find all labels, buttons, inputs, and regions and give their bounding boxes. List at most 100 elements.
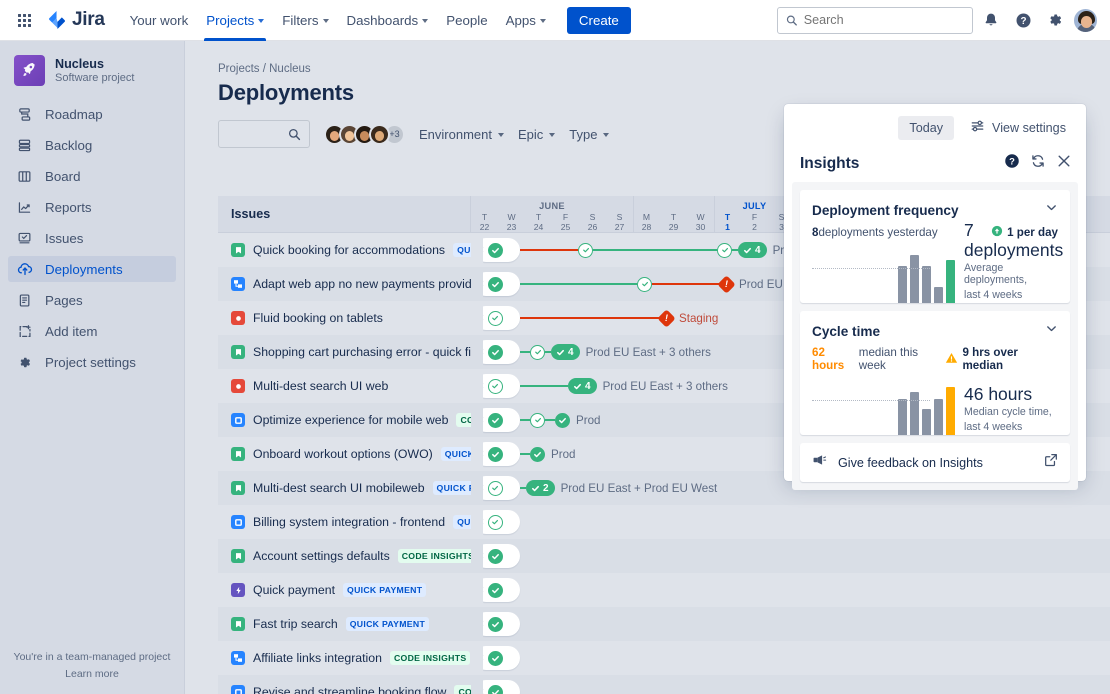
issue-cell[interactable]: Fluid booking on tablets [218,311,471,325]
create-button[interactable]: Create [567,7,631,34]
deployments-icon [16,261,33,278]
help-icon[interactable]: ? [1004,153,1020,174]
table-row[interactable]: Billing system integration - frontendQUI… [218,505,1110,539]
issue-epic-tag[interactable]: QUICK PAYMENT [441,447,471,461]
issue-epic-tag[interactable]: CODE INSIGHTS [454,685,471,694]
filter-epic[interactable]: Epic [518,127,555,142]
view-settings-button[interactable]: View settings [962,114,1074,141]
issue-epic-tag[interactable]: QUICK PAYMENT [433,481,471,495]
deployment-success-icon[interactable] [488,277,503,292]
stat-desc-line2: last 4 weeks [964,421,1052,434]
deployment-count-badge[interactable]: 2 [526,480,555,496]
table-row[interactable]: Quick paymentQUICK PAYMENT‹ [218,573,1110,607]
sidebar-item-project-settings[interactable]: Project settings [8,349,176,375]
nav-apps[interactable]: Apps [497,0,555,41]
profile-avatar[interactable] [1073,8,1098,33]
deployment-pending-icon[interactable] [530,413,545,428]
nav-people[interactable]: People [437,0,496,41]
sidebar-item-roadmap[interactable]: Roadmap [8,101,176,127]
jira-logo[interactable]: Jira [46,9,105,31]
nav-dashboards[interactable]: Dashboards [338,0,438,41]
issue-epic-tag[interactable]: QUICK PAYMENT [343,583,426,597]
issue-epic-tag[interactable]: CODE INSIGHTS [398,549,471,563]
deployment-pending-icon[interactable] [717,243,732,258]
today-button[interactable]: Today [898,116,954,140]
deployment-success-icon[interactable] [488,413,503,428]
issue-cell[interactable]: Multi-dest search UI mobilewebQUICK PAYM… [218,481,471,495]
filter-environment[interactable]: Environment [419,127,504,142]
deployment-success-icon[interactable] [488,243,503,258]
settings-gear-icon[interactable] [1041,6,1069,34]
refresh-icon[interactable] [1030,153,1046,174]
give-feedback-button[interactable]: Give feedback on Insights [800,443,1070,482]
avatar[interactable] [369,124,390,145]
issue-cell[interactable]: Affiliate links integrationCODE INSIGHTS [218,651,471,665]
deployment-success-icon[interactable] [530,447,545,462]
deployment-pending-icon[interactable] [488,379,503,394]
sidebar-item-backlog[interactable]: Backlog [8,132,176,158]
learn-more-link[interactable]: Learn more [0,668,184,680]
deployment-success-icon[interactable] [488,685,503,694]
issue-cell[interactable]: Onboard workout options (OWO)QUICK PAYME… [218,447,471,461]
deployment-success-icon[interactable] [488,617,503,632]
issue-epic-tag[interactable]: QUICK PAYMENT [453,243,471,257]
issue-search-input[interactable] [218,120,310,148]
deployment-failed-icon[interactable]: ! [717,275,735,293]
assignee-avatar-group[interactable]: +3 [324,124,405,145]
chevron-down-icon[interactable] [1045,322,1058,340]
sidebar-item-deployments[interactable]: Deployments [8,256,176,282]
deployment-success-icon[interactable] [488,447,503,462]
chevron-down-icon[interactable] [1045,201,1058,219]
deployment-success-icon[interactable] [488,549,503,564]
deployment-pending-icon[interactable] [488,311,503,326]
table-row[interactable]: Account settings defaultsCODE INSIGHTS‹ [218,539,1110,573]
issue-cell[interactable]: Revise and streamline booking flowCODE I… [218,685,471,694]
help-icon[interactable]: ? [1009,6,1037,34]
issue-cell[interactable]: Multi-dest search UI web [218,379,471,393]
issue-cell[interactable]: Adapt web app no new payments provider [218,277,471,291]
sidebar-item-reports[interactable]: Reports [8,194,176,220]
search-input[interactable] [804,13,964,27]
issue-cell[interactable]: Fast trip searchQUICK PAYMENT [218,617,471,631]
issue-cell[interactable]: Quick paymentQUICK PAYMENT [218,583,471,597]
issue-epic-tag[interactable]: QUICK PAYMENT [453,515,471,529]
deployment-pending-icon[interactable] [530,345,545,360]
deployment-failed-icon[interactable]: ! [657,309,675,327]
deployment-success-icon[interactable] [488,345,503,360]
issue-cell[interactable]: Account settings defaultsCODE INSIGHTS [218,549,471,563]
issue-cell[interactable]: Optimize experience for mobile webCODE I… [218,413,471,427]
table-row[interactable]: Revise and streamline booking flowCODE I… [218,675,1110,694]
deployment-success-icon[interactable] [555,413,570,428]
close-icon[interactable] [1056,153,1072,174]
nav-filters[interactable]: Filters [273,0,337,41]
deployment-pending-icon[interactable] [488,515,503,530]
filter-type[interactable]: Type [569,127,609,142]
issue-epic-tag[interactable]: CODE INSIGHTS [390,651,470,665]
deployment-success-icon[interactable] [488,651,503,666]
deployment-pending-icon[interactable] [637,277,652,292]
deployment-count-badge[interactable]: 4 [568,378,597,394]
deployment-pending-icon[interactable] [578,243,593,258]
sidebar-item-add-item[interactable]: Add item [8,318,176,344]
nav-projects[interactable]: Projects [197,0,273,41]
global-search[interactable] [777,7,973,34]
deployment-pending-icon[interactable] [488,481,503,496]
deployment-count-badge[interactable]: 4 [551,344,580,360]
sidebar-item-pages[interactable]: Pages [8,287,176,313]
issue-cell[interactable]: Quick booking for accommodationsQUICK PA… [218,243,471,257]
nav-your-work[interactable]: Your work [121,0,198,41]
issue-cell[interactable]: Billing system integration - frontendQUI… [218,515,471,529]
deployment-success-icon[interactable] [488,583,503,598]
issue-epic-tag[interactable]: CODE INSIGHTS [456,413,471,427]
table-row[interactable]: Affiliate links integrationCODE INSIGHTS… [218,641,1110,675]
sidebar-item-board[interactable]: Board [8,163,176,189]
sidebar-item-issues[interactable]: Issues [8,225,176,251]
deployment-count-badge[interactable]: 4 [738,242,767,258]
table-row[interactable]: Fast trip searchQUICK PAYMENT‹ [218,607,1110,641]
issue-cell[interactable]: Shopping cart purchasing error - quick f… [218,345,471,359]
app-switcher-icon[interactable] [8,4,40,36]
breadcrumb[interactable]: Projects / Nucleus [185,41,1110,75]
project-header[interactable]: Nucleus Software project [0,41,184,96]
notifications-icon[interactable] [977,6,1005,34]
issue-epic-tag[interactable]: QUICK PAYMENT [346,617,429,631]
